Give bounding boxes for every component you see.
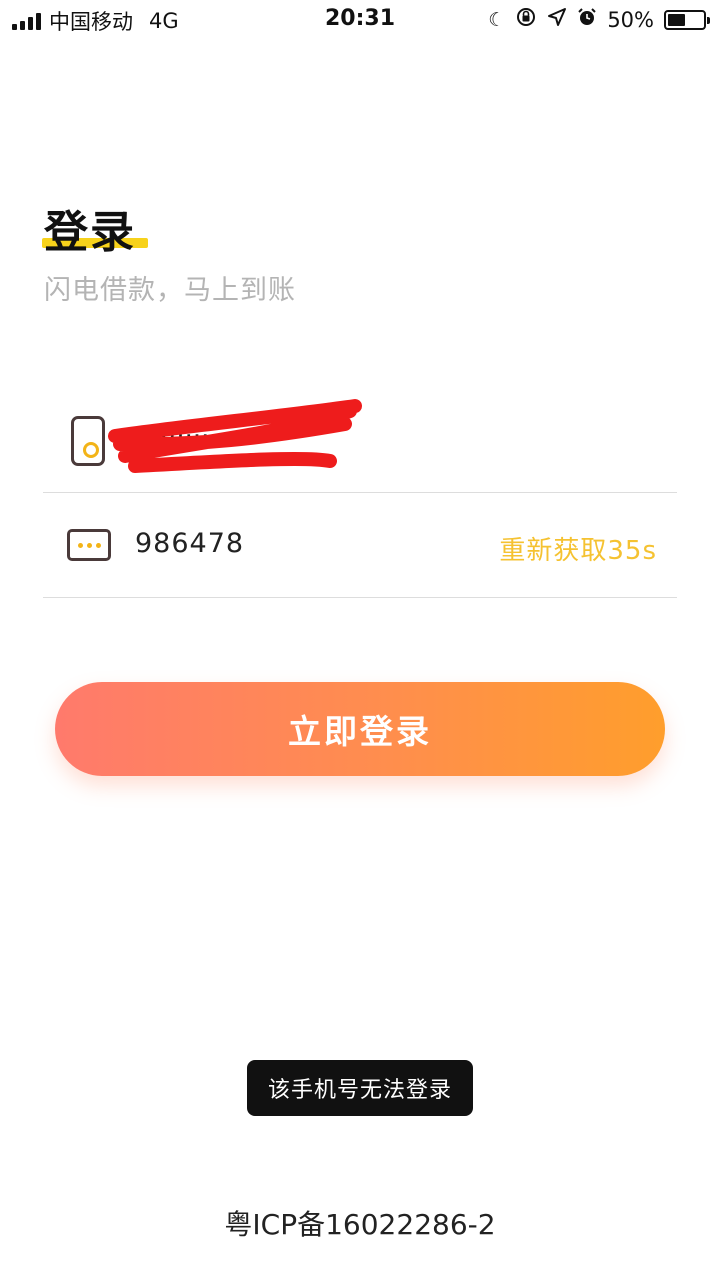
sms-code-icon [67, 529, 111, 561]
code-row[interactable]: 重新获取35s [43, 493, 677, 598]
code-input[interactable] [135, 528, 435, 559]
status-bar: 中国移动 4G 20:31 ☾ 50% [0, 0, 720, 40]
page-subtitle: 闪电借款，马上到账 [44, 275, 296, 306]
icp-footer: 粤ICP备16022286-2 [224, 1208, 496, 1241]
resend-code-button[interactable]: 重新获取35s [499, 530, 657, 567]
battery-percent: 50% [607, 8, 654, 32]
carrier-name: 中国移动 [49, 10, 133, 34]
rotation-lock-icon [515, 6, 537, 34]
network-type: 4G [149, 9, 179, 33]
phone-row[interactable]: 13········· [43, 388, 677, 493]
status-right: ☾ 50% [488, 6, 710, 34]
battery-level [668, 14, 685, 26]
login-screen: 中国移动 4G 20:31 ☾ 50% 登录 闪电借款，马上到账 13·····… [0, 0, 720, 1280]
location-icon [547, 7, 567, 33]
title-block: 登录 [42, 196, 148, 260]
moon-icon: ☾ [488, 9, 506, 31]
error-toast: 该手机号无法登录 [247, 1060, 473, 1116]
alarm-icon [577, 7, 597, 33]
status-left: 中国移动 4G [12, 6, 179, 36]
page-title: 登录 [44, 207, 136, 258]
battery-icon [664, 10, 710, 30]
login-button[interactable]: 立即登录 [55, 682, 665, 776]
phone-icon [71, 416, 105, 466]
redaction-scribble [108, 399, 362, 473]
signal-icon [12, 12, 41, 30]
